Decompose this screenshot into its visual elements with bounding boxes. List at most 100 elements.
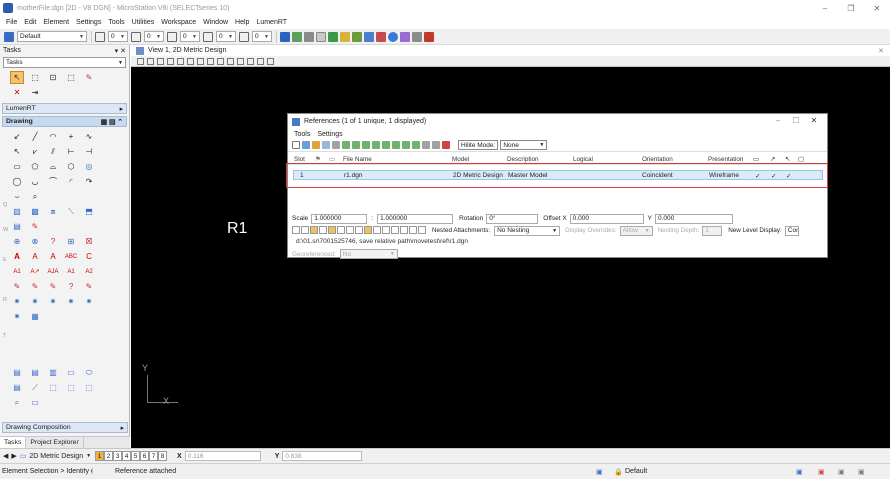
menu-settings[interactable]: Settings	[76, 19, 101, 26]
transparency-icon[interactable]	[203, 31, 213, 42]
dimension-element-icon[interactable]: ✷	[28, 295, 42, 308]
view-button-4[interactable]: 4	[122, 451, 132, 461]
col-file-name[interactable]: File Name	[343, 156, 372, 163]
lumenrt-section[interactable]: LumenRT ▸	[2, 103, 127, 114]
select-cell-icon[interactable]: ⊗	[28, 235, 42, 248]
table-delete-icon[interactable]: ⬚	[46, 381, 60, 394]
element-selection-icon[interactable]: ↖	[10, 71, 24, 84]
offset-x-input[interactable]: 0.000	[569, 213, 644, 224]
level-lock-icon[interactable]: 🔒	[614, 468, 623, 476]
references-icon[interactable]	[292, 31, 302, 42]
spell-check-icon[interactable]: ABC	[64, 250, 78, 263]
back-icon[interactable]: ◀	[3, 452, 8, 460]
dimension-table-icon[interactable]: ▦	[28, 310, 42, 323]
dimension-ordinate-icon[interactable]: ✷	[10, 310, 24, 323]
locate-check[interactable]: ✓	[786, 172, 791, 180]
table-shape-icon[interactable]: ⬭	[82, 366, 96, 379]
tasks-combo[interactable]: Tasks ▼	[3, 57, 126, 68]
move-icon[interactable]: ⬚	[64, 71, 78, 84]
save-status-icon[interactable]: ▣	[838, 468, 845, 476]
drop-cell-icon[interactable]: ☒	[82, 235, 96, 248]
linear-pattern-icon[interactable]: ⟍	[64, 205, 78, 218]
level-display-icon[interactable]	[340, 31, 350, 42]
line-style-icon[interactable]	[131, 31, 141, 42]
help-icon[interactable]	[424, 31, 434, 42]
col-model[interactable]: Model	[452, 156, 469, 163]
message-center-icon[interactable]: ▣	[818, 468, 825, 476]
fence-icon[interactable]: ⬚	[28, 71, 42, 84]
panel-close-icon[interactable]: ▾ ✕	[115, 47, 126, 55]
level-manager-icon[interactable]	[4, 31, 14, 42]
view-button-5[interactable]: 5	[131, 451, 141, 461]
references-menu-settings[interactable]: Settings	[317, 131, 342, 138]
x-coord-field[interactable]: 0.116	[184, 451, 261, 461]
half-ellipse-icon[interactable]: ⌒	[46, 175, 60, 188]
render-mode-icon[interactable]	[237, 57, 244, 65]
drawing-composition-section[interactable]: Drawing Composition ▸	[2, 422, 128, 433]
print-icon[interactable]	[328, 31, 338, 42]
fence-modify-icon[interactable]: ⊡	[46, 71, 60, 84]
accudraw-icon[interactable]	[364, 31, 374, 42]
extend-arc-icon[interactable]: ⌕	[28, 190, 42, 203]
rotate-reference-icon[interactable]	[362, 141, 370, 149]
tag-place-icon[interactable]: ✎	[82, 280, 96, 293]
models-icon[interactable]	[304, 31, 314, 42]
dimension-linear-icon[interactable]: ✷	[46, 295, 60, 308]
locate-toggle-icon[interactable]	[310, 225, 318, 234]
view-close-icon[interactable]: ✕	[878, 47, 884, 55]
place-point-icon[interactable]: +	[64, 130, 78, 143]
text-attributes-icon[interactable]: A	[46, 250, 60, 263]
note-icon[interactable]: A1	[64, 265, 78, 278]
view-button-6[interactable]: 6	[140, 451, 150, 461]
color-icon[interactable]	[95, 31, 105, 42]
clip-volume-icon[interactable]	[247, 57, 254, 65]
match-pattern-icon[interactable]: ✎	[28, 220, 42, 233]
place-shape-icon[interactable]: ⬠	[28, 160, 42, 173]
references-menu-tools[interactable]: Tools	[294, 131, 310, 138]
place-block-icon[interactable]: ▭	[10, 160, 24, 173]
key-in-icon[interactable]	[352, 31, 362, 42]
lock-icon[interactable]: ▣	[596, 468, 603, 476]
exchange-reference-icon[interactable]	[332, 141, 340, 149]
design-file-icon[interactable]: ▣	[796, 468, 803, 476]
menu-element[interactable]: Element	[43, 19, 69, 26]
show-pattern-icon[interactable]: ▤	[10, 220, 24, 233]
offset-y-input[interactable]: 0.000	[655, 213, 734, 224]
hilite-mode-combo[interactable]: None ▼	[500, 140, 548, 150]
printer-status-icon[interactable]: ▣	[858, 468, 865, 476]
clip-toggle-icon[interactable]	[346, 225, 354, 234]
scale-input-a[interactable]: 1.000000	[311, 213, 368, 224]
clip-mask-icon[interactable]	[402, 141, 410, 149]
tag-icon[interactable]: ✎	[10, 280, 24, 293]
menu-lumenrt[interactable]: LumenRT	[256, 19, 287, 26]
orthogonal-shape-icon[interactable]: ⌓	[46, 160, 60, 173]
project-icon[interactable]	[400, 31, 410, 42]
color-combo[interactable]: 0 ▼	[108, 31, 128, 42]
perpendicular-icon[interactable]: ⊢	[64, 145, 78, 158]
dimension-icon[interactable]: ✷	[10, 295, 24, 308]
nested-attachments-combo[interactable]: No Nesting ▼	[494, 225, 561, 236]
new-level-display-combo[interactable]: Conf	[784, 225, 799, 236]
raster-toggle-icon[interactable]	[328, 225, 336, 234]
attach-reference-icon[interactable]	[302, 141, 310, 149]
reload-reference-icon[interactable]	[322, 141, 330, 149]
line-weight-icon[interactable]	[167, 31, 177, 42]
reference-row[interactable]: 1 r1.dgn 2D Metric Design Master Model C…	[293, 170, 823, 180]
fit-view-icon[interactable]	[177, 57, 184, 65]
restore-icon[interactable]: ❐	[838, 0, 864, 16]
info-icon[interactable]	[388, 31, 398, 42]
live-nest-toggle-icon[interactable]	[364, 225, 372, 234]
snap-toggle-icon[interactable]	[301, 225, 309, 234]
view-attributes-icon[interactable]	[137, 57, 144, 65]
transparency-toggle-icon[interactable]	[418, 225, 426, 234]
place-arc-icon[interactable]: ◠	[46, 130, 60, 143]
replace-cell-icon[interactable]: ⊞	[64, 235, 78, 248]
col-orientation[interactable]: Orientation	[642, 156, 673, 163]
bisector-icon[interactable]: ⫽	[46, 145, 60, 158]
identify-cell-icon[interactable]: ?	[46, 235, 60, 248]
view-button-7[interactable]: 7	[149, 451, 159, 461]
arc-radius-icon[interactable]: ⌣	[10, 190, 24, 203]
symbology-toggle-icon[interactable]	[337, 225, 345, 234]
dialog-close-icon[interactable]: ✕	[805, 116, 823, 125]
transparency-combo[interactable]: 0 ▼	[216, 31, 236, 42]
